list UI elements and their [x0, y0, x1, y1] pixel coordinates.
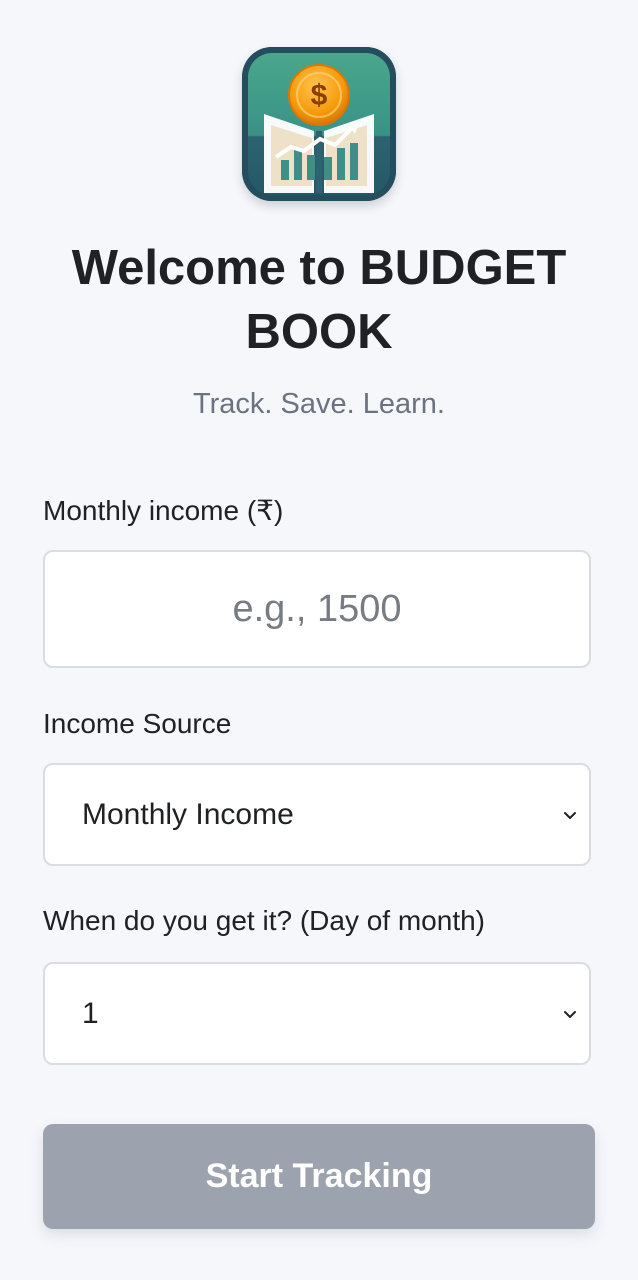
chevron-down-icon — [561, 806, 579, 824]
svg-text:$: $ — [311, 79, 328, 112]
budget-book-logo-icon: $ — [242, 47, 396, 201]
payday-select[interactable]: 1 — [43, 962, 591, 1065]
start-tracking-button[interactable]: Start Tracking — [43, 1124, 595, 1229]
chevron-down-icon — [561, 1005, 579, 1023]
tagline: Track. Save. Learn. — [193, 388, 445, 420]
monthly-income-label: Monthly income (₹) — [43, 495, 284, 526]
income-source-value: Monthly Income — [82, 797, 294, 831]
payday-value: 1 — [82, 996, 99, 1030]
income-source-label: Income Source — [43, 708, 232, 739]
income-source-select[interactable]: Monthly Income — [43, 763, 591, 866]
payday-label: When do you get it? (Day of month) — [43, 905, 485, 936]
monthly-income-input[interactable] — [43, 550, 591, 668]
page-title: Welcome to BUDGET BOOK — [71, 241, 567, 359]
